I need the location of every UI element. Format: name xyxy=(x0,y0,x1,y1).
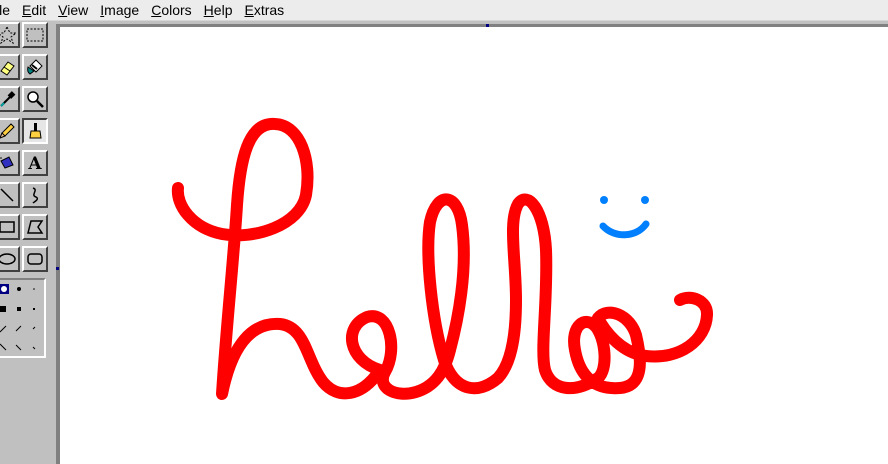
brush-shapes-icon xyxy=(0,284,36,351)
menu-help[interactable]: Help xyxy=(198,0,239,20)
menu-image[interactable]: Image xyxy=(94,0,145,20)
smiley-right-eye xyxy=(641,196,649,204)
curve-tool[interactable] xyxy=(22,182,48,208)
ellipse-tool[interactable] xyxy=(0,246,20,272)
rectangle-icon xyxy=(0,221,15,233)
pencil-icon xyxy=(0,123,15,139)
rectangle-select-tool[interactable] xyxy=(22,22,48,48)
toolbox: A xyxy=(0,22,56,464)
rounded-rectangle-tool[interactable] xyxy=(22,246,48,272)
brush-shape-square-medium[interactable] xyxy=(17,307,21,311)
text-tool-glyph: A xyxy=(27,154,42,173)
hello-stroke xyxy=(171,118,713,400)
line-tool[interactable] xyxy=(0,182,20,208)
brush-tool[interactable] xyxy=(22,118,48,144)
curve-icon xyxy=(32,187,39,204)
menu-colors[interactable]: Colors xyxy=(145,0,197,20)
eyedropper-icon xyxy=(0,91,16,107)
canvas-drawing xyxy=(171,118,713,400)
brush-shape-options xyxy=(0,278,46,358)
brush-shape-slash-medium[interactable] xyxy=(15,325,22,332)
eraser-icon xyxy=(0,61,15,76)
pencil-tool[interactable] xyxy=(0,118,20,144)
fill-tool[interactable] xyxy=(22,54,48,80)
menu-edit[interactable]: Edit xyxy=(16,0,52,20)
airbrush-tool[interactable] xyxy=(0,150,20,176)
brush-shape-slash-small[interactable] xyxy=(32,326,36,330)
drawing-canvas[interactable] xyxy=(60,27,888,464)
brush-icon xyxy=(29,123,42,139)
brush-shape-backslash-large[interactable] xyxy=(0,343,7,351)
brush-shape-backslash-small[interactable] xyxy=(32,346,36,350)
menu-file[interactable]: ile xyxy=(0,0,16,20)
brush-shape-round-small[interactable] xyxy=(33,288,35,290)
brush-shape-backslash-medium[interactable] xyxy=(15,344,22,351)
menu-extras[interactable]: Extras xyxy=(238,0,290,20)
ellipse-icon xyxy=(0,253,16,265)
resize-handle-left[interactable] xyxy=(56,267,59,270)
brush-shape-square-small[interactable] xyxy=(33,308,35,310)
star-select-icon xyxy=(0,25,17,45)
paint-bucket-icon xyxy=(27,59,43,75)
smiley-mouth xyxy=(599,220,650,239)
rectangle-tool[interactable] xyxy=(0,214,20,240)
text-tool[interactable]: A xyxy=(22,150,48,176)
brush-shape-square-large[interactable] xyxy=(0,306,6,312)
color-picker-tool[interactable] xyxy=(0,86,20,112)
polygon-tool[interactable] xyxy=(22,214,48,240)
menu-view[interactable]: View xyxy=(52,0,94,20)
brush-shape-slash-large[interactable] xyxy=(0,325,7,333)
free-form-select-tool[interactable] xyxy=(0,22,20,48)
rounded-rectangle-icon xyxy=(27,253,43,265)
menu-bar: ileEditViewImageColorsHelpExtras xyxy=(0,0,888,21)
magnifier-icon xyxy=(27,91,44,108)
airbrush-icon xyxy=(0,156,14,169)
polygon-icon xyxy=(27,220,44,234)
text-icon: A xyxy=(27,154,42,173)
brush-shape-round-medium[interactable] xyxy=(17,287,21,291)
rect-select-icon xyxy=(26,28,44,42)
smiley-left-eye xyxy=(600,196,608,204)
line-icon xyxy=(0,188,14,202)
eraser-tool[interactable] xyxy=(0,54,20,80)
magnifier-tool[interactable] xyxy=(22,86,48,112)
